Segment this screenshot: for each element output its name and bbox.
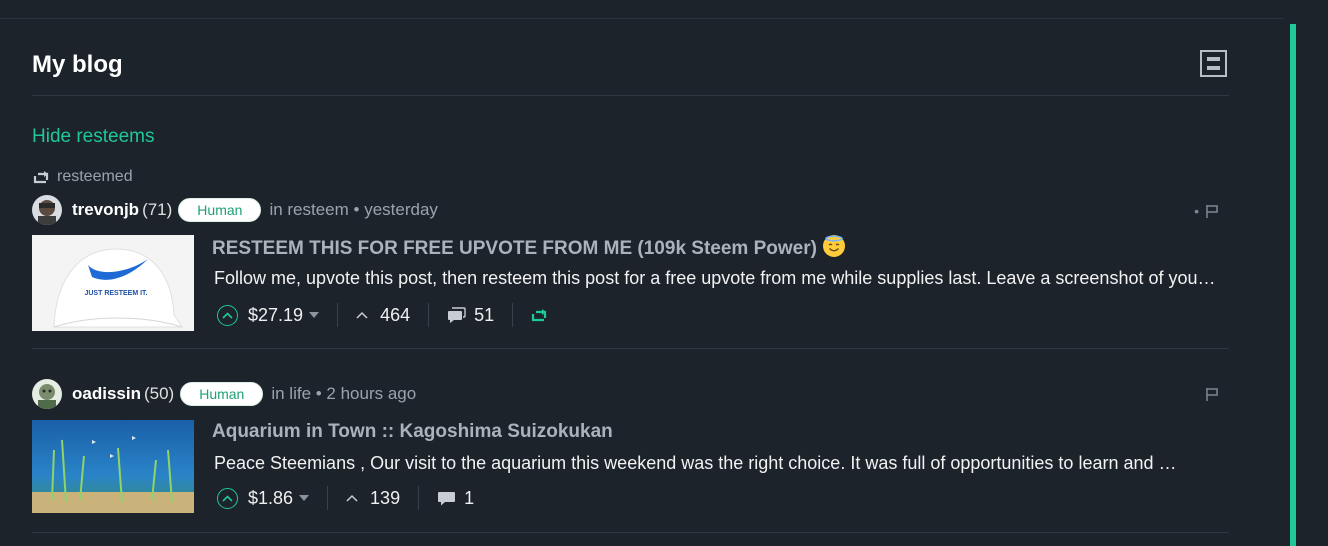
- post-stats: $1.86 139 1: [217, 483, 474, 513]
- post-category-time[interactable]: in life • 2 hours ago: [271, 384, 416, 404]
- upvote-icon[interactable]: [217, 304, 238, 326]
- vote-count-value[interactable]: 464: [380, 305, 410, 326]
- blog-header: My blog: [32, 50, 1229, 96]
- blog-post-2: oadissin (50) Human in life • 2 hours ag…: [32, 379, 1229, 529]
- post-title[interactable]: RESTEEM THIS FOR FREE UPVOTE FROM ME (10…: [212, 235, 845, 260]
- avatar[interactable]: [32, 195, 62, 225]
- comments-icon: [448, 306, 466, 323]
- vote-count[interactable]: 464: [356, 300, 410, 330]
- flag-icon[interactable]: [1205, 387, 1219, 402]
- post-actions: [1205, 387, 1219, 402]
- human-badge: Human: [178, 198, 262, 222]
- post-divider: [32, 348, 1229, 349]
- comment-count-value[interactable]: 51: [474, 305, 494, 326]
- layout-toggle-icon[interactable]: [1200, 50, 1227, 77]
- post-title-text[interactable]: RESTEEM THIS FOR FREE UPVOTE FROM ME (10…: [212, 238, 817, 259]
- author-name[interactable]: oadissin: [72, 384, 141, 404]
- author-name[interactable]: trevonjb: [72, 200, 139, 220]
- human-badge: Human: [180, 382, 264, 406]
- post-stats: $27.19 464 51: [217, 300, 549, 330]
- author-reputation: (50): [143, 384, 175, 403]
- comment-count[interactable]: 1: [437, 483, 474, 513]
- chevron-up-icon: [346, 494, 358, 502]
- chevron-up-icon: [356, 311, 368, 319]
- divider: [428, 303, 430, 327]
- chevron-down-icon[interactable]: [309, 312, 320, 318]
- post-category-time[interactable]: in resteem • yesterday: [269, 200, 437, 220]
- post-title[interactable]: Aquarium in Town :: Kagoshima Suizokukan: [212, 421, 613, 443]
- blog-post-1: trevonjb (71) Human in resteem • yesterd…: [32, 195, 1229, 345]
- post-actions: •: [1194, 203, 1219, 219]
- resteem-icon: [33, 171, 49, 184]
- hide-resteems-link[interactable]: Hide resteems: [32, 125, 155, 149]
- payout-value[interactable]: $1.86: [248, 488, 293, 509]
- smiling-face-with-halo-icon: [822, 235, 845, 257]
- post-summary[interactable]: Peace Steemians , Our visit to the aquar…: [214, 453, 1189, 474]
- chevron-down-icon[interactable]: [299, 495, 310, 501]
- resteem-button[interactable]: [531, 300, 549, 330]
- page-title: My blog: [32, 51, 123, 78]
- vote-count[interactable]: 139: [346, 483, 400, 513]
- divider: [512, 303, 514, 327]
- comment-icon: [438, 491, 456, 505]
- payout[interactable]: $1.86: [217, 483, 310, 513]
- payout-value[interactable]: $27.19: [248, 305, 303, 326]
- comment-count[interactable]: 51: [447, 300, 494, 330]
- flag-icon[interactable]: [1205, 204, 1219, 219]
- post-divider: [32, 532, 1229, 533]
- post-meta: trevonjb (71) Human in resteem • yesterd…: [32, 195, 438, 225]
- upvote-icon[interactable]: [217, 487, 238, 509]
- divider: [327, 486, 329, 510]
- scroll-accent-bar[interactable]: [1290, 24, 1296, 546]
- resteemed-label: resteemed: [57, 168, 133, 185]
- dot-icon: •: [1194, 203, 1199, 219]
- top-divider: [0, 18, 1284, 19]
- post-meta: oadissin (50) Human in life • 2 hours ag…: [32, 379, 416, 409]
- payout[interactable]: $27.19: [217, 300, 320, 330]
- divider: [418, 486, 420, 510]
- thumbnail-text: JUST RESTEEM IT.: [84, 290, 147, 297]
- post-summary[interactable]: Follow me, upvote this post, then restee…: [214, 268, 1219, 289]
- resteemed-indicator: resteemed: [33, 167, 133, 187]
- resteem-icon[interactable]: [531, 308, 549, 322]
- comment-count-value[interactable]: 1: [464, 488, 474, 509]
- author-reputation: (71): [142, 200, 173, 219]
- post-thumbnail[interactable]: [32, 420, 194, 513]
- avatar[interactable]: [32, 379, 62, 409]
- post-thumbnail[interactable]: JUST RESTEEM IT.: [32, 235, 194, 331]
- divider: [337, 303, 339, 327]
- vote-count-value[interactable]: 139: [370, 488, 400, 509]
